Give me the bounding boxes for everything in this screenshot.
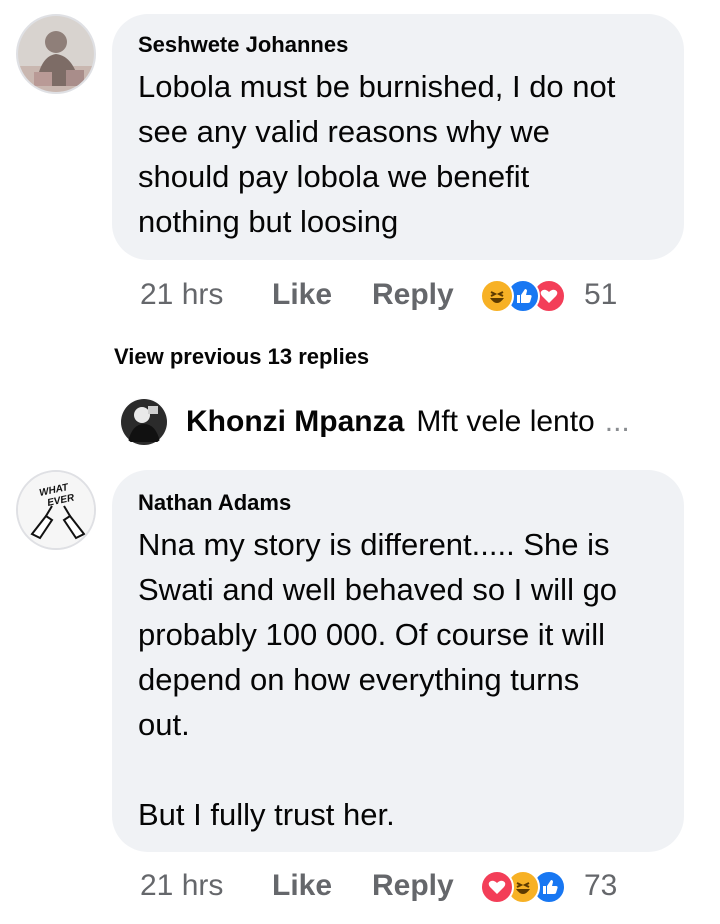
reply-avatar[interactable] xyxy=(120,398,168,446)
reply-author[interactable]: Khonzi Mpanza xyxy=(186,405,404,438)
reply-preview[interactable]: Khonzi Mpanza Mft vele lento... xyxy=(186,405,630,439)
view-previous-replies-link[interactable]: View previous 13 replies xyxy=(114,344,369,370)
whatever-hands-logo: WHAT EVER xyxy=(18,472,94,548)
haha-icon xyxy=(480,279,514,313)
profile-photo-icon xyxy=(18,16,94,92)
comment-author[interactable]: Seshwete Johannes xyxy=(138,32,348,58)
reply-button[interactable]: Reply xyxy=(372,869,454,903)
comment-time[interactable]: 21 hrs xyxy=(140,278,223,312)
comment-time[interactable]: 21 hrs xyxy=(140,869,223,903)
like-button[interactable]: Like xyxy=(272,869,332,903)
reaction-summary[interactable] xyxy=(480,870,570,904)
love-icon xyxy=(480,870,514,904)
avatar[interactable] xyxy=(16,14,96,94)
avatar[interactable]: WHAT EVER xyxy=(16,470,96,550)
comment-text: Nna my story is different..... She is Sw… xyxy=(138,527,618,832)
profile-photo-icon xyxy=(120,398,168,446)
reaction-count[interactable]: 73 xyxy=(584,869,617,903)
comment-author[interactable]: Nathan Adams xyxy=(138,490,291,516)
like-button[interactable]: Like xyxy=(272,278,332,312)
reply-ellipsis: ... xyxy=(604,405,630,438)
reply-snippet: Mft vele lento xyxy=(416,405,595,438)
reaction-count[interactable]: 51 xyxy=(584,278,617,312)
reaction-summary[interactable] xyxy=(480,279,570,313)
reply-button[interactable]: Reply xyxy=(372,278,454,312)
comment-text: Lobola must be burnished, I do not see a… xyxy=(138,69,616,239)
